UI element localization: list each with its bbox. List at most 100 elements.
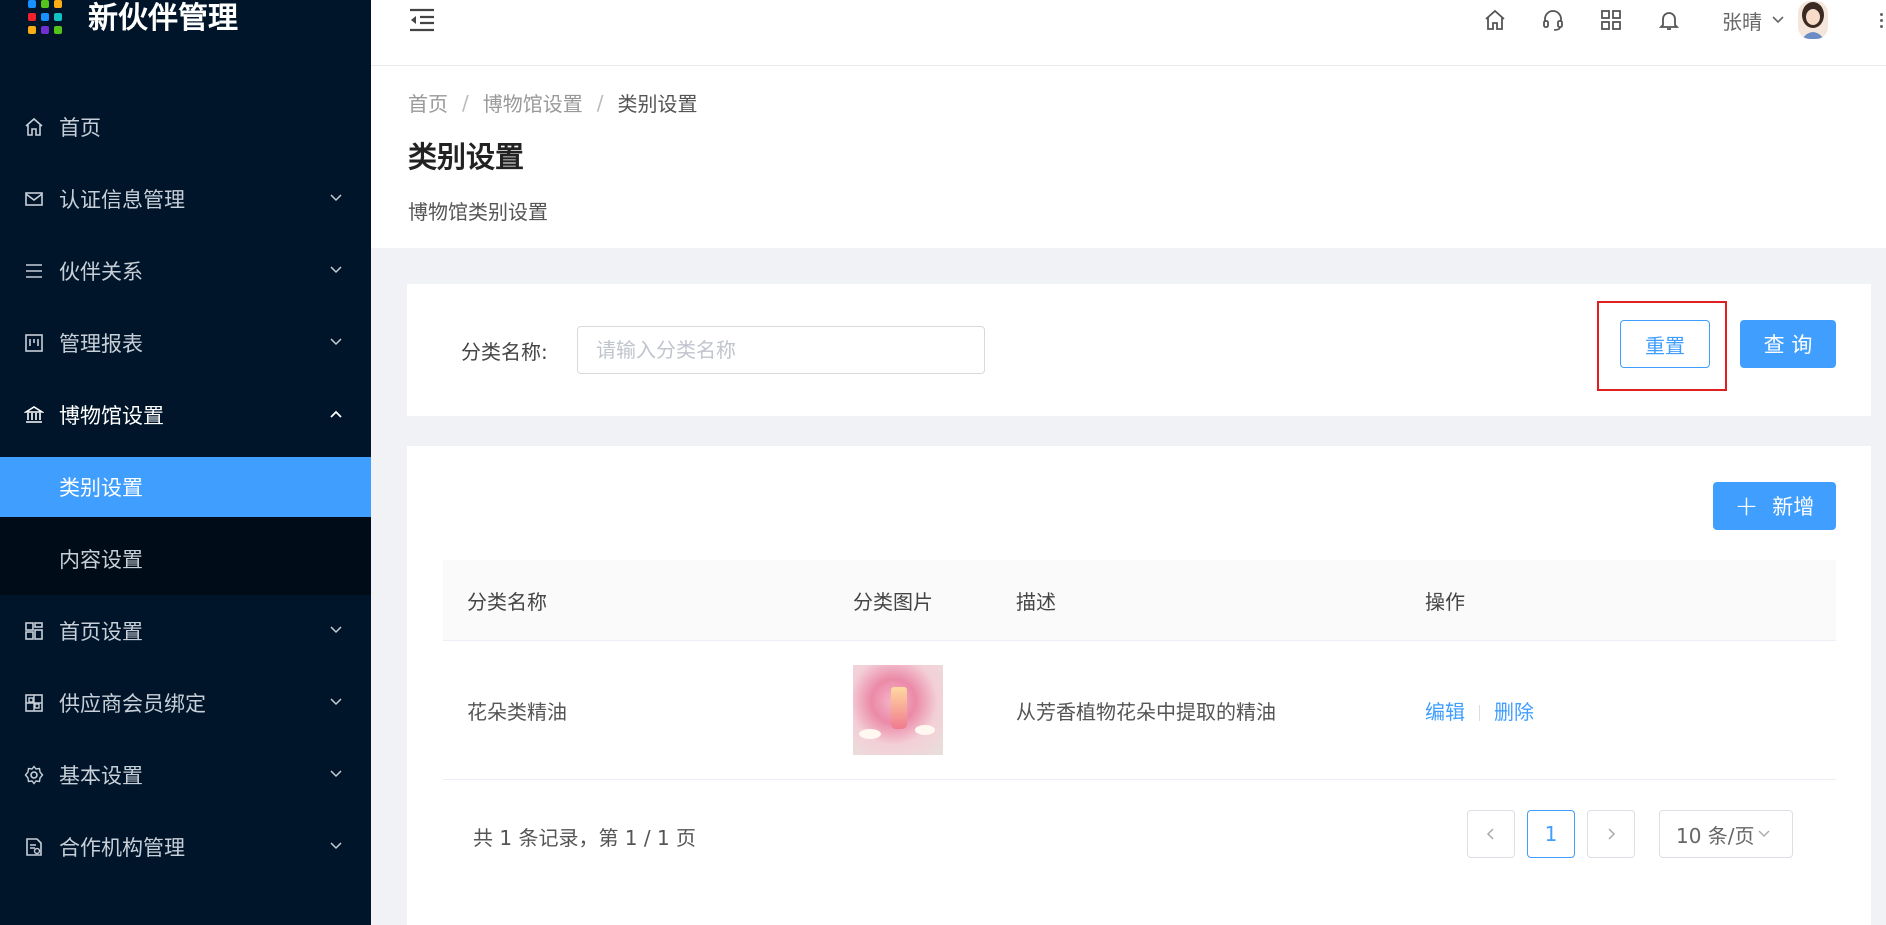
home-icon[interactable] [1482, 7, 1508, 33]
list-icon [23, 260, 45, 282]
logo-grid-icon [28, 0, 64, 36]
page-size-select[interactable]: 10 条/页 [1659, 810, 1793, 858]
plus-icon: + [1734, 489, 1759, 522]
sidebar-item-home[interactable]: 首页 [0, 91, 371, 163]
headset-icon[interactable] [1540, 7, 1566, 33]
prev-page-button[interactable] [1467, 810, 1515, 858]
breadcrumb-item-home[interactable]: 首页 [408, 88, 448, 117]
breadcrumb-item-museum[interactable]: 博物馆设置 [483, 88, 583, 117]
sidebar-item-label: 合作机构管理 [59, 836, 185, 860]
search-form: 分类名称: 重置 查 询 [407, 284, 1871, 416]
page-description: 博物馆类别设置 [408, 200, 548, 224]
breadcrumb-separator: / [462, 90, 469, 115]
chevron-right-icon [1608, 828, 1616, 840]
bank-icon [23, 404, 45, 426]
logo-dot [28, 0, 36, 8]
app-title: 新伙伴管理 [88, 1, 238, 36]
breadcrumb-separator: / [596, 90, 604, 115]
delete-link[interactable]: 删除 [1494, 700, 1534, 724]
sidebar-item-category-settings[interactable]: 类别设置 [0, 457, 371, 517]
chevron-down-icon [330, 842, 342, 850]
apps-icon[interactable] [1598, 7, 1624, 33]
query-button[interactable]: 查 询 [1740, 320, 1836, 368]
mail-icon [23, 188, 45, 210]
chevron-down-icon [1758, 830, 1770, 837]
bell-icon[interactable] [1656, 7, 1682, 33]
logo-dot [28, 13, 36, 21]
logo[interactable]: 新伙伴管理 [28, 0, 238, 40]
sidebar-item-label: 认证信息管理 [59, 188, 185, 212]
category-table: 分类名称 分类图片 描述 操作 花朵类精油 从芳香植物花朵中提取的精油 编辑 删除 [443, 560, 1836, 780]
breadcrumb-item-current: 类别设置 [617, 92, 698, 116]
page-title: 类别设置 [408, 140, 525, 174]
chevron-down-icon [330, 266, 342, 274]
column-header-description: 描述 [1016, 589, 1056, 614]
page-number-button[interactable]: 1 [1527, 810, 1575, 858]
sidebar: 新伙伴管理 首页 认证信息管理 伙伴关系 管理报表 博物馆设置 类别设置 内容设… [0, 0, 371, 925]
chevron-left-icon [1486, 828, 1494, 840]
cell-category-image [853, 665, 1016, 755]
category-name-input[interactable] [577, 326, 985, 374]
avatar [1798, 1, 1828, 39]
topbar: 张晴 [371, 0, 1886, 66]
reset-button[interactable]: 重置 [1620, 320, 1710, 368]
table-row: 花朵类精油 从芳香植物花朵中提取的精油 编辑 删除 [443, 641, 1836, 780]
sidebar-item-label: 博物馆设置 [59, 404, 164, 428]
home-icon [23, 116, 45, 138]
pagination-total: 共 1 条记录，第 1 / 1 页 [473, 826, 697, 850]
chevron-down-icon [330, 626, 342, 634]
sidebar-item-museum-settings[interactable]: 博物馆设置 [0, 379, 371, 451]
sidebar-item-home-settings[interactable]: 首页设置 [0, 595, 371, 667]
sidebar-item-label: 供应商会员绑定 [59, 692, 206, 716]
more-vertical-icon[interactable] [1876, 12, 1886, 28]
column-header-image: 分类图片 [853, 589, 933, 614]
chevron-down-icon [330, 698, 342, 706]
sidebar-item-reports[interactable]: 管理报表 [0, 307, 371, 379]
add-button-label: 新增 [1772, 495, 1815, 519]
add-button[interactable]: + 新增 [1713, 482, 1836, 530]
cell-description: 从芳香植物花朵中提取的精油 [1016, 699, 1276, 724]
action-divider [1479, 705, 1480, 721]
sidebar-item-partner-orgs[interactable]: 合作机构管理 [0, 811, 371, 883]
sidebar-item-supplier-binding[interactable]: 供应商会员绑定 [0, 667, 371, 739]
layout-icon [23, 620, 45, 642]
file-icon [23, 836, 45, 858]
sidebar-item-certification[interactable]: 认证信息管理 [0, 163, 371, 235]
chevron-down-icon [1772, 16, 1784, 24]
breadcrumb: 首页 / 博物馆设置 / 类别设置 [408, 88, 698, 117]
chevron-up-icon [330, 410, 342, 418]
sidebar-menu: 首页 认证信息管理 伙伴关系 管理报表 博物馆设置 类别设置 内容设置 首页设置… [0, 91, 371, 883]
chevron-down-icon [330, 770, 342, 778]
logo-dot [41, 0, 49, 8]
sidebar-item-label: 首页设置 [59, 620, 143, 644]
museum-settings-submenu: 类别设置 内容设置 [0, 457, 371, 595]
sidebar-item-basic-settings[interactable]: 基本设置 [0, 739, 371, 811]
edit-link[interactable]: 编辑 [1425, 700, 1465, 724]
topbar-actions: 张晴 [1482, 0, 1886, 40]
logo-dot [54, 13, 62, 21]
logo-dot [54, 26, 62, 34]
page-size-value: 10 条/页 [1676, 823, 1755, 848]
logo-dot [28, 26, 36, 34]
username: 张晴 [1722, 9, 1762, 34]
qrcode-icon [23, 692, 45, 714]
category-name-label: 分类名称: [461, 340, 548, 364]
logo-dot [41, 26, 49, 34]
logo-dot [54, 0, 62, 8]
chevron-down-icon [330, 338, 342, 346]
user-menu[interactable]: 张晴 [1722, 1, 1828, 39]
sidebar-item-label: 首页 [59, 116, 101, 140]
sidebar-item-partners[interactable]: 伙伴关系 [0, 235, 371, 307]
sidebar-item-label: 伙伴关系 [59, 260, 143, 284]
menu-collapse-icon[interactable] [408, 6, 436, 34]
sidebar-item-label: 基本设置 [59, 764, 143, 788]
logo-dot [41, 13, 49, 21]
sidebar-item-label: 管理报表 [59, 332, 143, 356]
next-page-button[interactable] [1587, 810, 1635, 858]
table-header: 分类名称 分类图片 描述 操作 [443, 560, 1836, 641]
cell-actions: 编辑 删除 [1425, 696, 1836, 725]
cell-category-name: 花朵类精油 [467, 699, 567, 724]
gear-icon [23, 764, 45, 786]
category-thumbnail[interactable] [853, 665, 943, 755]
sidebar-item-content-settings[interactable]: 内容设置 [0, 523, 371, 595]
